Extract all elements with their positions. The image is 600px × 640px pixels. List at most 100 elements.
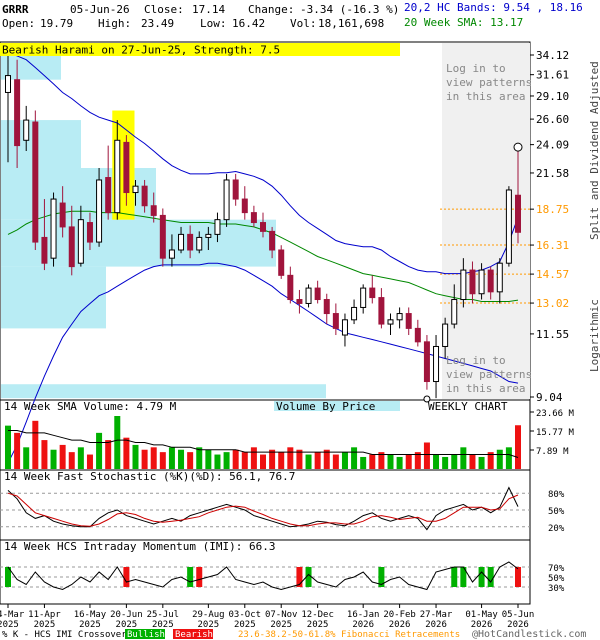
candle-body xyxy=(287,274,294,301)
volume-bar xyxy=(123,437,130,469)
stochastic-layer: 80% 50% 20% xyxy=(0,486,565,534)
candle xyxy=(159,208,166,267)
volume-bar xyxy=(14,432,21,469)
pattern-banner: Bearish Harami on 27-Jun-25, Strength: 7… xyxy=(2,44,280,57)
candle-body xyxy=(487,269,494,293)
low-value: 16.42 xyxy=(232,17,265,30)
log-scale-label: Logarithmic xyxy=(588,299,600,372)
candle-body xyxy=(132,185,139,194)
login-notice-top-3[interactable]: in this area xyxy=(446,90,525,103)
candle xyxy=(223,173,230,227)
volume-tick-label: 7.89 M xyxy=(536,447,569,457)
candle xyxy=(396,307,403,329)
login-notice-bottom-3[interactable]: in this area xyxy=(446,382,525,395)
close-label: Close: xyxy=(144,3,184,16)
volume-bar xyxy=(5,425,11,469)
candle-body xyxy=(323,299,330,315)
price-tick-label: 34.12 xyxy=(536,49,569,62)
candle xyxy=(423,335,430,390)
candle-body xyxy=(159,214,166,259)
volume-by-price-bar xyxy=(1,384,326,399)
candle xyxy=(414,319,421,347)
candle-body xyxy=(32,121,39,243)
volume-tick-label: 15.77 M xyxy=(536,428,575,438)
time-tick-year: 2025 xyxy=(116,620,138,630)
time-tick-year: 2025 xyxy=(234,620,256,630)
volume-bar xyxy=(287,447,294,469)
volume-bar xyxy=(23,447,30,469)
candle-body xyxy=(96,179,103,243)
volume-by-price-bar xyxy=(1,266,106,329)
imi-tick-label: 70% xyxy=(548,564,565,574)
open-label: Open: xyxy=(2,17,35,30)
time-tick-year: 2025 xyxy=(198,620,220,630)
login-notice-bottom-2[interactable]: view patterns xyxy=(446,368,532,381)
candle xyxy=(314,280,321,304)
candle xyxy=(241,186,248,220)
change-label: Change: xyxy=(248,3,294,16)
imi-bullish-signal xyxy=(478,567,485,587)
candle-body xyxy=(496,262,503,293)
volume-bar xyxy=(250,447,257,469)
candle xyxy=(232,173,239,206)
time-tick-date: 16-May xyxy=(74,610,107,620)
volume-bar xyxy=(59,444,66,469)
volume-bar xyxy=(77,447,84,469)
volume-bar xyxy=(223,452,230,469)
candle-body xyxy=(141,185,148,207)
split-adjusted-label: Split and Dividend Adjusted xyxy=(588,61,600,240)
volume-bar xyxy=(332,454,339,469)
time-axis: 14-Mar202511-Apr202516-May202520-Jun2025… xyxy=(0,604,534,630)
volume-bar xyxy=(196,447,203,469)
volume-bar xyxy=(469,454,476,469)
candle-body xyxy=(59,202,66,228)
candle-body xyxy=(214,219,221,235)
login-notice-top-1[interactable]: Log in to xyxy=(446,62,506,75)
login-notice-top-2[interactable]: view patterns xyxy=(446,76,532,89)
candle-body xyxy=(414,327,421,343)
candle-body xyxy=(168,249,175,259)
legend-prefix: % K - HCS IMI Crossover: xyxy=(2,630,132,640)
price-tick-label: 29.10 xyxy=(536,90,569,103)
volume-bar xyxy=(360,456,367,469)
time-tick-date: 05-Jun xyxy=(502,610,535,620)
price-axis: 34.12 31.61 29.10 26.60 24.09 21.58 18.75 16.31… xyxy=(530,49,569,404)
candle-body xyxy=(341,319,348,336)
login-notice-bottom-1[interactable]: Log in to xyxy=(446,354,506,367)
sma-label: 20 Week SMA: 13.17 xyxy=(404,16,523,29)
candle xyxy=(378,288,385,329)
volume-bar xyxy=(341,452,348,469)
time-tick-year: 2025 xyxy=(0,620,19,630)
volume-bar xyxy=(41,440,48,469)
candle xyxy=(96,167,103,247)
candle-body xyxy=(223,179,230,221)
volume-bar xyxy=(278,452,285,469)
time-tick-date: 11-Apr xyxy=(28,610,61,620)
time-tick-year: 2026 xyxy=(389,620,411,630)
time-tick-date: 16-Jan xyxy=(347,610,380,620)
candle-body xyxy=(515,194,521,233)
volume-bar xyxy=(150,447,157,469)
stochastic-tick-label: 50% xyxy=(548,507,565,517)
candle-body xyxy=(296,299,303,304)
time-tick-year: 2025 xyxy=(34,620,56,630)
volume-bar xyxy=(187,452,194,469)
volume-bar xyxy=(305,454,312,469)
volume-bar xyxy=(260,454,266,469)
candle xyxy=(505,186,512,267)
candle-body xyxy=(23,119,30,141)
time-tick-year: 2025 xyxy=(270,620,292,630)
volume-bar xyxy=(396,456,403,469)
volume-bar xyxy=(141,449,148,469)
candle-body xyxy=(360,287,367,308)
candle-body xyxy=(460,269,467,301)
stochastic-tick-label: 20% xyxy=(548,524,565,534)
stochastic-tick-label: 80% xyxy=(548,490,565,500)
volume-by-price-label: Volume By Price xyxy=(276,400,375,413)
legend-fibonacci: 23.6-38.2-50-61.8% Fibonacci Retracement… xyxy=(238,630,460,640)
candle xyxy=(105,145,112,220)
candle-body xyxy=(86,222,93,243)
volume-bar xyxy=(132,444,139,469)
volume-bar xyxy=(515,425,521,469)
time-tick-date: 27-Mar xyxy=(420,610,453,620)
